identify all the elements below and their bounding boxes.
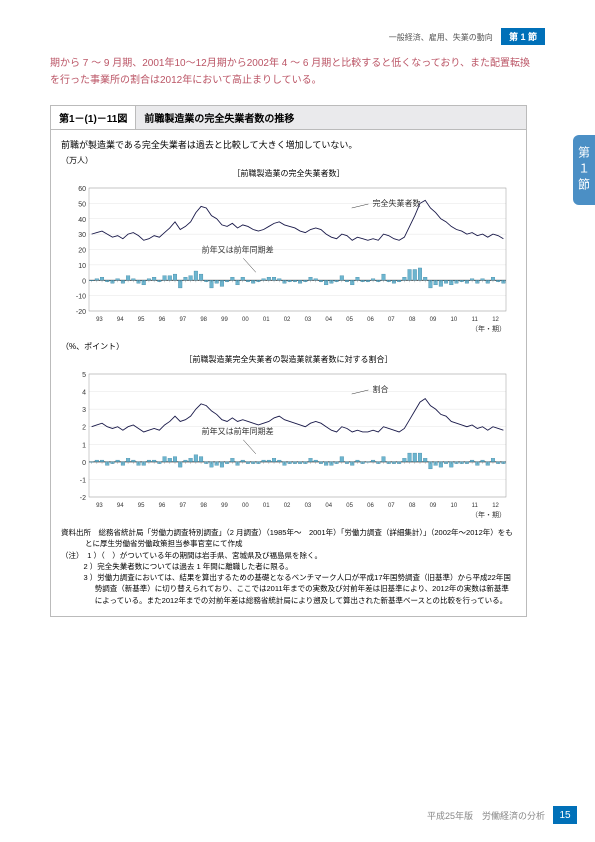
svg-text:97: 97 [179,317,186,323]
chart1-title: ［前職製造業の完全失業者数］ [61,168,516,179]
figure-caption: 前職が製造業である完全失業者は過去と比較して大きく増加していない。 [61,138,516,151]
chart-2: -2-1012345939495969798990001020304050607… [61,369,516,519]
svg-text:12: 12 [492,503,499,509]
svg-text:-20: -20 [76,309,86,316]
svg-text:30: 30 [78,232,86,239]
svg-text:前年又は前年同期差: 前年又は前年同期差 [202,244,274,254]
svg-text:93: 93 [96,503,103,509]
svg-text:-2: -2 [80,495,86,502]
svg-text:3: 3 [82,407,86,414]
svg-text:94: 94 [117,317,124,323]
svg-text:98: 98 [200,317,207,323]
svg-text:98: 98 [200,503,207,509]
svg-text:0: 0 [82,460,86,467]
svg-text:11: 11 [472,503,479,509]
svg-text:11: 11 [472,317,479,323]
svg-text:07: 07 [388,317,395,323]
footer-page-number: 15 [553,806,577,824]
svg-text:10: 10 [451,503,458,509]
svg-text:03: 03 [305,503,312,509]
svg-text:5: 5 [82,372,86,379]
svg-text:00: 00 [242,317,249,323]
svg-text:97: 97 [179,503,186,509]
chart-1: -20 -10 0 10 20 30 40 50 60 93 94 95 96 97 98 99 00 01 02 0… [61,183,516,333]
svg-text:（年・期）: （年・期） [471,324,506,333]
breadcrumb-text: 一般経済、雇用、失業の動向 [389,33,493,42]
svg-text:12: 12 [492,317,499,323]
figure-notes: 資料出所 総務省統計局「労働力調査特別調査」（2 月調査）（1985年～ 200… [61,527,516,606]
notes-item-3: 3 ）労働力調査においては、結果を算出するための基礎となるベンチマーク人口が平成… [61,572,516,606]
section-badge: 第 1 節 [501,28,545,45]
notes-source: 資料出所 総務省統計局「労働力調査特別調査」（2 月調査）（1985年～ 200… [61,527,516,550]
svg-text:（年・期）: （年・期） [471,510,506,519]
notes-item-2: 2 ）完全失業者数については過去 1 年間に離職した者に限る。 [61,561,516,572]
svg-text:08: 08 [409,317,416,323]
svg-text:1: 1 [82,442,86,449]
svg-text:05: 05 [346,503,353,509]
svg-text:04: 04 [325,503,332,509]
svg-text:94: 94 [117,503,124,509]
chart2-yunit: （%、ポイント） [61,341,516,352]
figure-number: 第1－(1)－11図 [51,106,136,129]
svg-text:-1: -1 [80,477,86,484]
svg-text:01: 01 [263,503,270,509]
svg-text:01: 01 [263,317,270,323]
svg-text:93: 93 [96,317,103,323]
svg-text:-10: -10 [76,294,86,301]
svg-text:完全失業者数: 完全失業者数 [373,198,421,208]
svg-text:09: 09 [430,317,437,323]
svg-text:07: 07 [388,503,395,509]
svg-text:95: 95 [138,317,145,323]
figure-title: 前職製造業の完全失業者数の推移 [136,106,302,129]
svg-text:99: 99 [221,317,228,323]
svg-text:02: 02 [284,503,291,509]
svg-text:08: 08 [409,503,416,509]
svg-text:40: 40 [78,217,86,224]
svg-text:02: 02 [284,317,291,323]
notes-item-1: （注） 1 ）（ ）がついている年の期間は岩手県、宮城県及び福島県を除く。 [61,550,516,561]
svg-text:00: 00 [242,503,249,509]
svg-text:95: 95 [138,503,145,509]
svg-text:10: 10 [78,263,86,270]
body-paragraph: 期から 7 ～ 9 月期、2001年10～12月期から2002年 4 ～ 6 月… [50,55,535,89]
svg-text:60: 60 [78,186,86,193]
figure-box: 第1－(1)－11図 前職製造業の完全失業者数の推移 前職が製造業である完全失業… [50,105,527,617]
svg-text:4: 4 [82,390,86,397]
svg-text:05: 05 [346,317,353,323]
footer-text: 平成25年版 労働経済の分析 [427,809,545,822]
svg-text:06: 06 [367,503,374,509]
svg-text:99: 99 [221,503,228,509]
side-tab: 第１節 [573,135,595,205]
svg-text:09: 09 [430,503,437,509]
svg-text:06: 06 [367,317,374,323]
svg-text:20: 20 [78,248,86,255]
chart2-title: ［前職製造業完全失業者の製造業就業者数に対する割合］ [61,354,516,365]
svg-text:04: 04 [325,317,332,323]
svg-text:前年又は前年同期差: 前年又は前年同期差 [202,426,274,436]
svg-text:割合: 割合 [373,384,389,394]
chart1-yunit: （万人） [61,155,516,166]
svg-text:03: 03 [305,317,312,323]
svg-text:10: 10 [451,317,458,323]
svg-text:50: 50 [78,201,86,208]
svg-text:0: 0 [82,278,86,285]
svg-text:2: 2 [82,425,86,432]
svg-text:96: 96 [159,503,166,509]
page-footer: 平成25年版 労働経済の分析 15 [427,806,577,824]
figure-title-bar: 第1－(1)－11図 前職製造業の完全失業者数の推移 [51,106,526,130]
header-breadcrumb: 一般経済、雇用、失業の動向 第 1 節 [389,28,545,45]
svg-text:96: 96 [159,317,166,323]
